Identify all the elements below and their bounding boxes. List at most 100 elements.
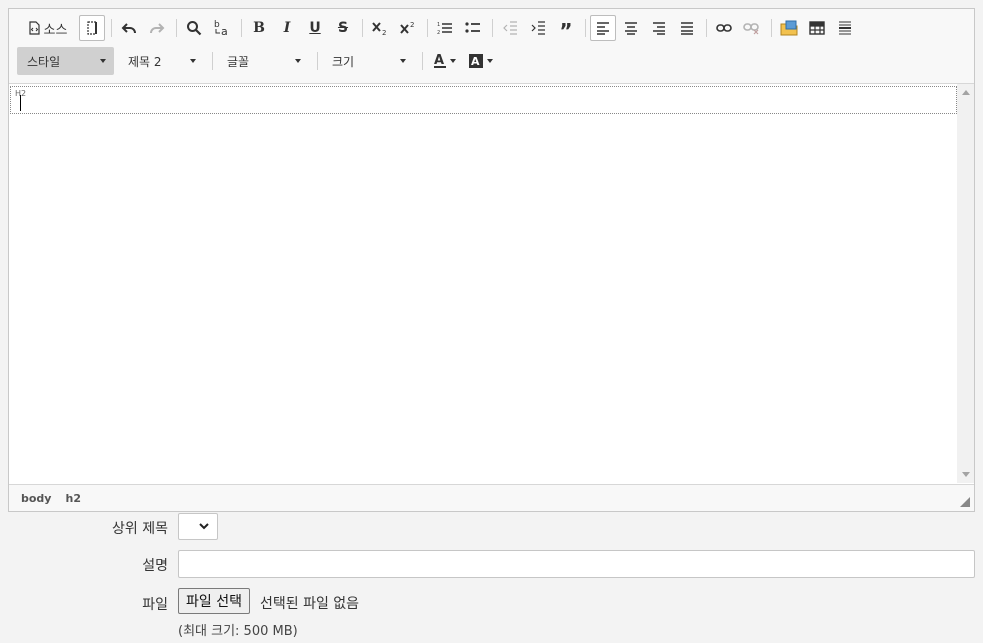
description-input[interactable]: [178, 550, 975, 578]
svg-text:2: 2: [437, 30, 440, 35]
numbered-list-button[interactable]: 12: [432, 15, 458, 41]
find-button[interactable]: [181, 15, 207, 41]
align-center-icon: [625, 22, 637, 35]
superscript-button[interactable]: 2: [395, 15, 421, 41]
toolbar-separator: [585, 19, 586, 37]
align-left-button[interactable]: [590, 15, 616, 41]
text-cursor: [20, 95, 21, 111]
replace-icon: ba: [214, 20, 228, 37]
editor-toolbar: 소스 ba B I U S 2 2 1 2 ” 스타일 제목 2 글꼴 크기 A…: [9, 9, 974, 83]
text-color-icon: A: [434, 53, 446, 68]
file-select-button[interactable]: 파일 선택: [178, 588, 250, 614]
h2-block[interactable]: H2: [10, 86, 957, 114]
italic-button[interactable]: I: [274, 15, 300, 41]
element-path-bar: body h2: [9, 484, 974, 511]
toolbar-separator: [771, 19, 772, 37]
chevron-down-icon: [400, 59, 406, 63]
source-label: 소스: [43, 22, 68, 38]
background-color-button[interactable]: A: [468, 53, 493, 69]
show-blocks-button[interactable]: [79, 15, 105, 41]
horizontal-line-icon: [839, 21, 851, 35]
superscript-icon: 2: [400, 21, 414, 34]
replace-button[interactable]: ba: [209, 15, 235, 41]
svg-text:A: A: [434, 53, 444, 68]
rich-text-editor: 소스 ba B I U S 2 2 1 2 ” 스타일 제목 2 글꼴 크기 A…: [8, 8, 975, 512]
editor-content-area[interactable]: H2: [9, 83, 974, 484]
link-button[interactable]: [711, 15, 737, 41]
scroll-down-arrow-icon[interactable]: [962, 472, 970, 477]
numbered-list-icon: 12: [437, 22, 452, 35]
svg-text:1: 1: [437, 22, 440, 28]
underline-button[interactable]: U: [302, 15, 328, 41]
toolbar-separator: [111, 19, 112, 37]
horizontal-line-button[interactable]: [832, 15, 858, 41]
bulleted-list-button[interactable]: [460, 15, 486, 41]
svg-text:2: 2: [410, 21, 414, 29]
link-icon: [716, 24, 732, 32]
svg-text:a: a: [221, 25, 228, 37]
strikethrough-button[interactable]: S: [330, 15, 356, 41]
toolbar-separator: [212, 52, 213, 70]
background-color-icon: A: [469, 54, 483, 68]
toolbar-separator: [241, 19, 242, 37]
decrease-indent-icon: [503, 21, 517, 35]
table-button[interactable]: [804, 15, 830, 41]
toolbar-row-1: 소스 ba B I U S 2 2 1 2 ”: [17, 14, 860, 42]
parent-title-row: 상위 제목: [0, 513, 983, 543]
style-combo-label: 스타일: [27, 54, 61, 69]
strikethrough-icon: S: [337, 20, 349, 36]
image-button[interactable]: [776, 15, 802, 41]
find-icon: [187, 21, 202, 36]
undo-button[interactable]: [116, 15, 142, 41]
image-icon: [780, 20, 798, 36]
resize-handle-icon[interactable]: [960, 497, 970, 507]
decrease-indent-button[interactable]: [497, 15, 523, 41]
scroll-up-arrow-icon[interactable]: [962, 90, 970, 95]
toolbar-row-2: 스타일 제목 2 글꼴 크기 A A: [17, 47, 499, 75]
format-combo[interactable]: 제목 2: [118, 47, 204, 75]
size-combo[interactable]: 크기: [322, 47, 414, 75]
font-combo[interactable]: 글꼴: [217, 47, 309, 75]
path-item-body[interactable]: body: [21, 492, 51, 505]
align-center-button[interactable]: [618, 15, 644, 41]
path-item-h2[interactable]: h2: [65, 492, 81, 505]
parent-title-select[interactable]: [178, 513, 218, 540]
increase-indent-button[interactable]: [525, 15, 551, 41]
unlink-button[interactable]: [739, 15, 765, 41]
chevron-down-icon: [450, 59, 456, 63]
text-color-button[interactable]: A: [433, 53, 456, 69]
font-combo-label: 글꼴: [227, 54, 250, 69]
file-size-hint: (최대 크기: 500 MB): [178, 624, 298, 639]
style-combo[interactable]: 스타일: [17, 47, 114, 75]
bold-button[interactable]: B: [246, 15, 272, 41]
description-label: 설명: [142, 558, 168, 574]
justify-button[interactable]: [674, 15, 700, 41]
toolbar-separator: [492, 19, 493, 37]
align-right-icon: [653, 22, 665, 35]
file-row: 파일 파일 선택 선택된 파일 없음 (최대 크기: 500 MB): [0, 588, 983, 640]
description-row: 설명: [0, 550, 983, 580]
increase-indent-icon: [531, 21, 545, 35]
unlink-icon: [743, 23, 759, 35]
toolbar-separator: [427, 19, 428, 37]
bulleted-list-icon: [465, 22, 480, 33]
toolbar-separator: [706, 19, 707, 37]
blockquote-button[interactable]: ”: [553, 15, 579, 41]
subscript-icon: 2: [372, 22, 386, 36]
redo-button[interactable]: [144, 15, 170, 41]
file-status-text: 선택된 파일 없음: [260, 596, 360, 612]
format-combo-label: 제목 2: [128, 54, 162, 69]
vertical-scrollbar[interactable]: [957, 84, 974, 483]
chevron-down-icon: [295, 59, 301, 63]
undo-icon: [121, 23, 136, 34]
subscript-button[interactable]: 2: [367, 15, 393, 41]
align-right-button[interactable]: [646, 15, 672, 41]
file-label: 파일: [142, 597, 168, 613]
size-combo-label: 크기: [332, 54, 355, 69]
justify-icon: [681, 22, 693, 35]
underline-icon: U: [309, 20, 321, 36]
toolbar-separator: [176, 19, 177, 37]
bold-icon: B: [253, 20, 265, 36]
table-icon: [809, 21, 825, 35]
source-button[interactable]: 소스: [17, 15, 77, 41]
